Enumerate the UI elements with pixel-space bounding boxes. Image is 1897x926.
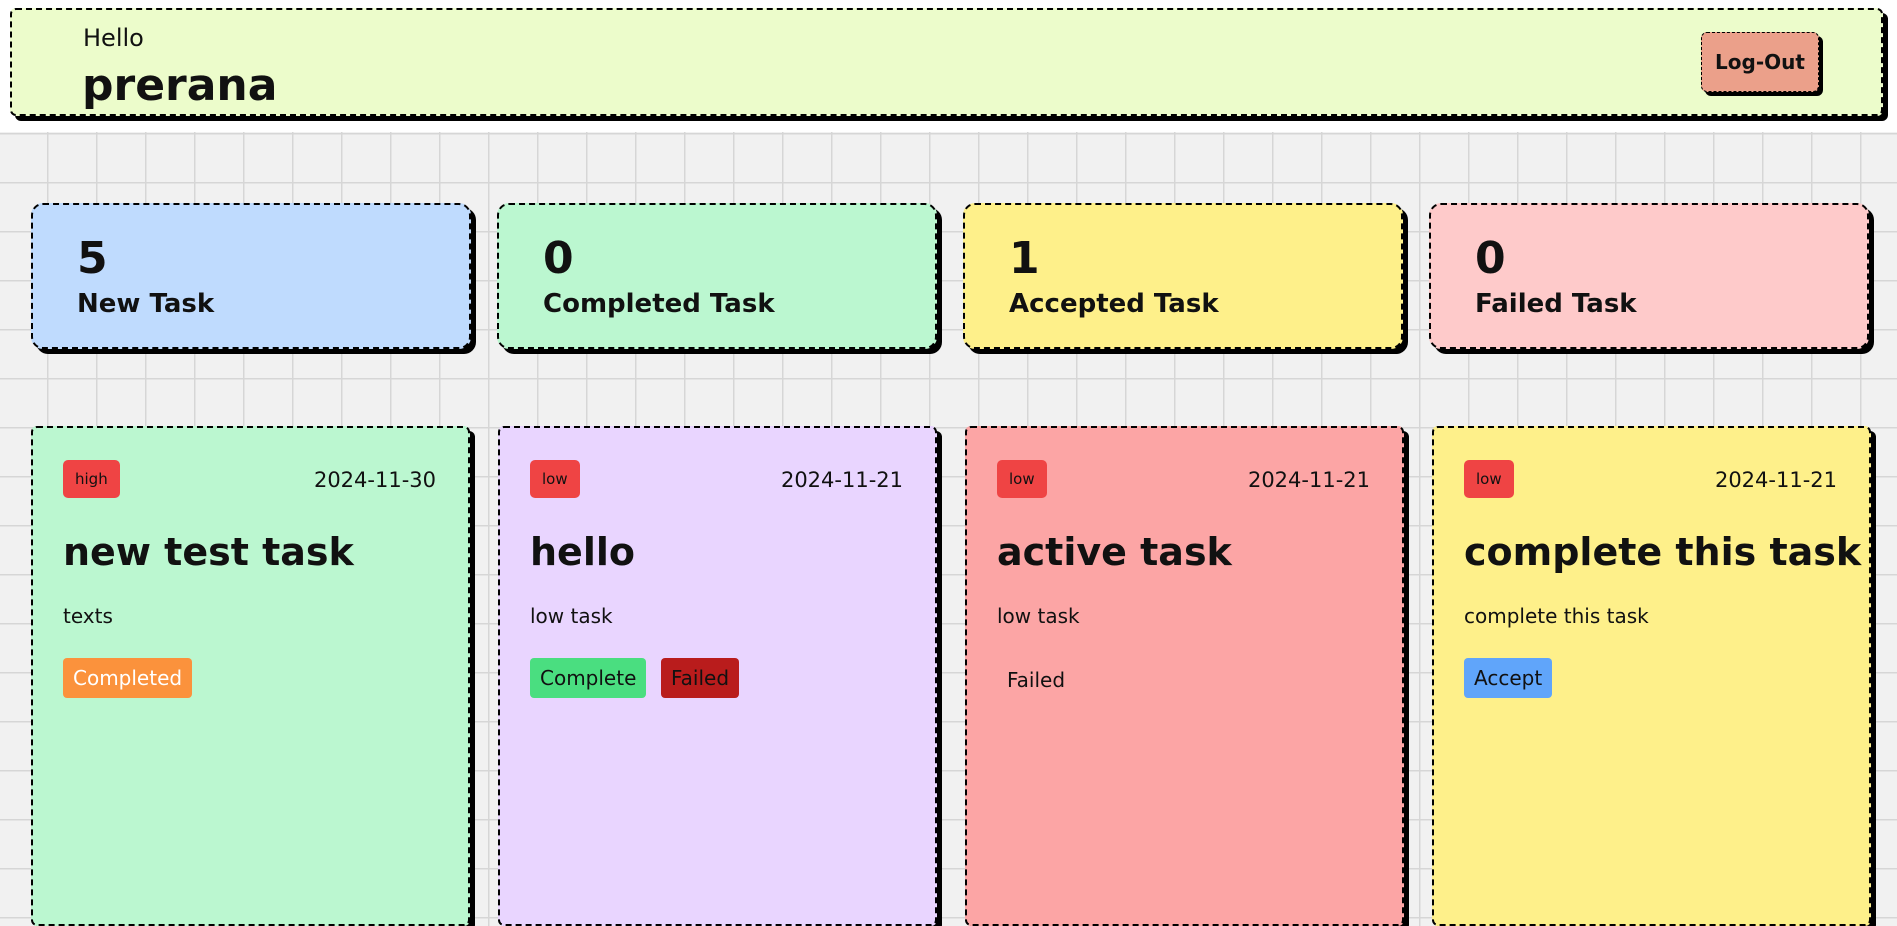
logout-button[interactable]: Log-Out bbox=[1701, 32, 1819, 92]
stat-label: Completed Task bbox=[543, 289, 775, 319]
task-date: 2024-11-30 bbox=[313, 468, 436, 492]
stat-count: 0 bbox=[1475, 233, 1506, 284]
task-date: 2024-11-21 bbox=[1247, 468, 1370, 492]
task-title: hello bbox=[530, 530, 635, 574]
task-description: low task bbox=[997, 604, 1080, 628]
task-description: low task bbox=[530, 604, 613, 628]
stat-card-failed: 0 Failed Task bbox=[1429, 203, 1869, 349]
task-title: active task bbox=[997, 530, 1232, 574]
completed-status-button[interactable]: Completed bbox=[63, 658, 193, 698]
stat-card-completed: 0 Completed Task bbox=[497, 203, 937, 349]
task-description: texts bbox=[63, 604, 113, 628]
stat-count: 1 bbox=[1009, 233, 1040, 284]
priority-badge: low bbox=[997, 460, 1047, 498]
greeting-text: Hello bbox=[83, 24, 144, 52]
stat-count: 5 bbox=[77, 233, 108, 284]
task-title: complete this task bbox=[1464, 530, 1862, 574]
priority-badge: low bbox=[1464, 460, 1514, 498]
task-card: low 2024-11-21 hello low task Complete F… bbox=[498, 426, 937, 926]
task-title: new test task bbox=[63, 530, 354, 574]
task-card: high 2024-11-30 new test task texts Comp… bbox=[31, 426, 470, 926]
priority-badge: high bbox=[63, 460, 120, 498]
task-date: 2024-11-21 bbox=[1714, 468, 1837, 492]
username: prerana bbox=[82, 60, 278, 111]
task-card: low 2024-11-21 complete this task comple… bbox=[1432, 426, 1871, 926]
stat-label: Failed Task bbox=[1475, 289, 1637, 319]
task-description: complete this task bbox=[1464, 604, 1649, 628]
failed-status-text: Failed bbox=[1007, 668, 1066, 692]
task-card: low 2024-11-21 active task low task Fail… bbox=[965, 426, 1404, 926]
task-date: 2024-11-21 bbox=[780, 468, 903, 492]
accept-button[interactable]: Accept bbox=[1464, 658, 1553, 698]
header: Hello prerana Log-Out bbox=[10, 8, 1883, 116]
complete-button[interactable]: Complete bbox=[530, 658, 647, 698]
stat-label: New Task bbox=[77, 289, 215, 319]
stat-card-accepted: 1 Accepted Task bbox=[963, 203, 1403, 349]
priority-badge: low bbox=[530, 460, 580, 498]
stat-count: 0 bbox=[543, 233, 574, 284]
failed-button[interactable]: Failed bbox=[661, 658, 740, 698]
stat-card-new: 5 New Task bbox=[31, 203, 471, 349]
stat-label: Accepted Task bbox=[1009, 289, 1219, 319]
